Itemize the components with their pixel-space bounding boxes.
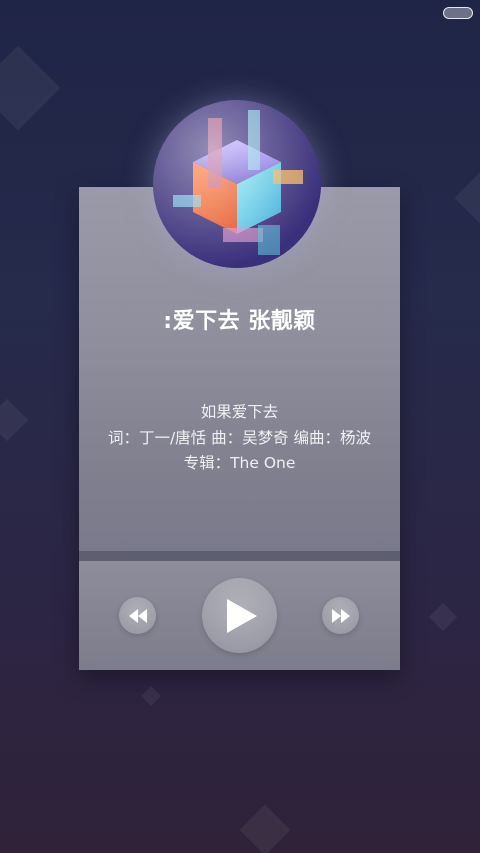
previous-button[interactable] [119, 597, 156, 634]
card-divider [79, 551, 400, 561]
background-diamond [428, 602, 458, 632]
background-diamond [239, 804, 291, 853]
background-diamond [141, 686, 161, 706]
song-title: :爱下去 张靓颖 [163, 309, 316, 334]
song-subtitle: 如果爱下去 [200, 403, 279, 421]
background-diamond [454, 172, 480, 224]
background-diamond [0, 45, 61, 131]
song-credits: 词：丁一/唐恬 曲：吴梦奇 编曲：杨波 [107, 429, 372, 447]
play-icon [227, 598, 257, 633]
fast-forward-icon [331, 608, 350, 623]
background-diamond [0, 398, 29, 442]
play-button[interactable] [202, 578, 277, 653]
playback-controls [79, 561, 400, 670]
status-bar-indicator [443, 7, 473, 19]
album-name: 专辑：The One [183, 454, 296, 472]
rewind-icon [128, 608, 147, 623]
album-art [153, 100, 321, 268]
next-button[interactable] [322, 597, 359, 634]
